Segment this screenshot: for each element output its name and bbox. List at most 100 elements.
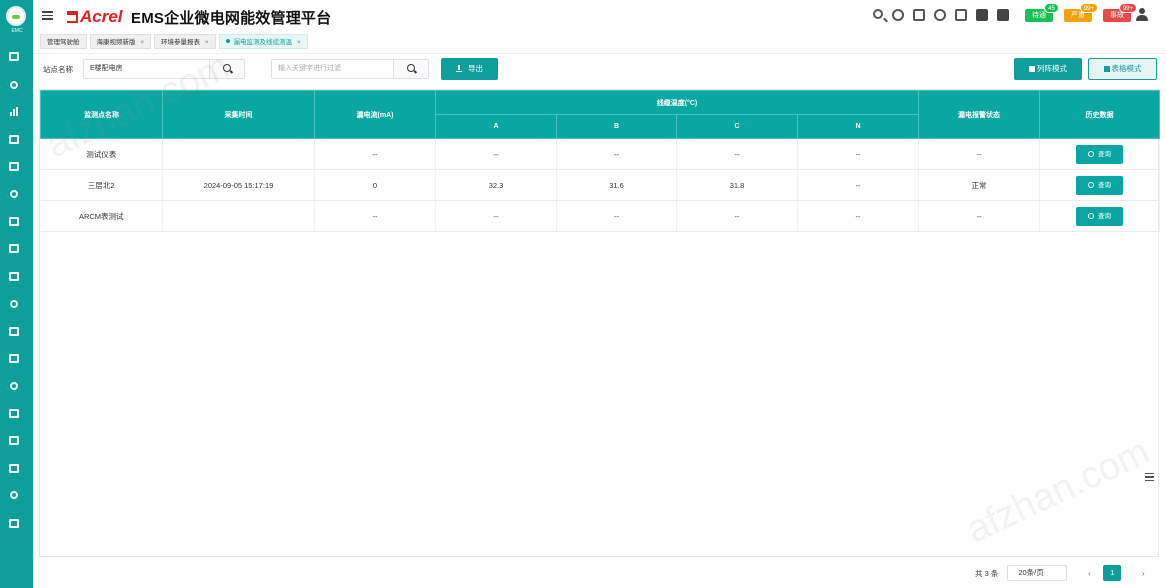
menu-toggle-icon[interactable] — [42, 11, 53, 20]
edit-icon[interactable] — [9, 519, 19, 528]
table-row: ARCM表测试 -- -- -- -- -- -- 查询 — [40, 200, 1161, 232]
cell-name: 测试仪表 — [40, 138, 163, 170]
cell-b: -- — [556, 200, 677, 232]
sidebar: ЕМС — [0, 0, 33, 588]
severe-badge: 99+ — [1079, 3, 1098, 13]
tab-leakage-monitor[interactable]: 漏电监测及线缆测温 × — [218, 34, 308, 49]
todo-badge: 45 — [1044, 3, 1059, 13]
cell-a: -- — [435, 200, 557, 232]
filter-bar: 站点名称 E楼配电房 输入关键字进行过滤 导出 列阵模式 表格模式 — [33, 57, 1166, 81]
col-leak: 漏电流(mA) — [314, 90, 436, 139]
cell-history: 查询 — [1039, 138, 1161, 170]
data-table-panel: 监测点名称 采集时间 漏电流(mA) 线缆温度(°C) 漏电报警状态 历史数据 … — [39, 89, 1161, 557]
search-icon — [1088, 212, 1095, 219]
prev-page-button[interactable]: ‹ — [1083, 569, 1095, 578]
tab-cockpit[interactable]: 管理驾驶舱 — [40, 34, 87, 49]
home-icon[interactable] — [10, 491, 18, 499]
logo-text: ЕМС — [11, 28, 23, 34]
cell-status: 正常 — [918, 169, 1041, 201]
cell-n: -- — [797, 138, 920, 170]
grid-icon[interactable] — [9, 217, 19, 226]
tab-hikvision[interactable]: 海康视频新版 × — [89, 34, 152, 49]
keyword-search-button[interactable] — [393, 60, 428, 78]
station-label: 站点名称 — [43, 65, 73, 74]
cell-leak: -- — [314, 200, 436, 232]
cell-b: 31.6 — [556, 169, 677, 201]
cell-n: -- — [797, 200, 920, 232]
translate-icon[interactable] — [976, 9, 988, 21]
cell-time: 2024-09-05 15:17:19 — [162, 169, 315, 201]
table-icon[interactable] — [9, 436, 19, 445]
fullscreen-icon[interactable] — [955, 9, 967, 21]
list-icon[interactable] — [9, 327, 19, 336]
query-button[interactable]: 查询 — [1076, 175, 1124, 195]
col-time: 采集时间 — [162, 90, 315, 139]
leakage-table: 监测点名称 采集时间 漏电流(mA) 线缆温度(°C) 漏电报警状态 历史数据 … — [40, 90, 1161, 232]
cell-c: 31.8 — [676, 169, 798, 201]
plug-icon[interactable] — [9, 354, 19, 363]
user-icon[interactable] — [1136, 8, 1148, 22]
next-page-button[interactable]: › — [1137, 569, 1149, 578]
chart-bar-icon[interactable] — [9, 107, 19, 116]
current-page[interactable]: 1 — [1103, 565, 1122, 581]
header: Acrel EMS企业微电网能效管理平台 待通 45 严重 99+ 事故 99+ — [33, 0, 1166, 34]
refresh-icon[interactable] — [934, 9, 946, 21]
col-name: 监测点名称 — [40, 90, 163, 139]
table-row: 三层北2 2024-09-05 15:17:19 0 32.3 31.6 31.… — [40, 169, 1161, 201]
query-button[interactable]: 查询 — [1076, 206, 1124, 226]
cell-a: 32.3 — [435, 169, 557, 201]
cell-c: -- — [676, 138, 798, 170]
bulb-icon[interactable] — [10, 300, 18, 308]
cell-leak: -- — [314, 138, 436, 170]
column-settings-icon[interactable] — [1145, 473, 1154, 481]
platform-title: EMS企业微电网能效管理平台 — [131, 10, 332, 27]
flag-icon[interactable] — [9, 409, 19, 418]
col-a: A — [435, 114, 557, 139]
cell-a: -- — [435, 138, 557, 170]
close-icon[interactable]: × — [297, 40, 301, 46]
app-logo — [6, 6, 26, 26]
query-button[interactable]: 查询 — [1076, 144, 1124, 164]
brand-logo: Acrel — [67, 7, 123, 27]
accident-pill[interactable]: 事故 99+ — [1103, 3, 1137, 22]
col-b: B — [556, 114, 677, 139]
card-mode-button[interactable]: 列阵模式 — [1014, 58, 1082, 80]
pagination: 共 3 条 20条/页 ‹ 1 › — [975, 565, 1149, 581]
search-icon — [1088, 181, 1095, 188]
cell-name: ARCM表测试 — [40, 200, 163, 232]
alarm-icon[interactable] — [10, 81, 18, 89]
help-icon[interactable] — [892, 9, 904, 21]
folder-icon[interactable] — [9, 52, 19, 61]
gear-icon[interactable] — [10, 190, 18, 198]
export-button[interactable]: 导出 — [441, 58, 498, 80]
severe-pill[interactable]: 严重 99+ — [1064, 3, 1098, 22]
col-temp-group: 线缆温度(°C) — [434, 90, 920, 115]
station-select[interactable]: E楼配电房 — [83, 59, 245, 79]
monitor-icon[interactable] — [9, 162, 19, 171]
doc-icon[interactable] — [9, 272, 19, 281]
shirt-icon[interactable] — [997, 9, 1009, 21]
station-search-button[interactable] — [209, 60, 244, 78]
cell-history: 查询 — [1039, 169, 1161, 201]
total-count: 共 3 条 — [975, 568, 999, 578]
tab-env-report[interactable]: 环境参量报表 × — [154, 34, 216, 49]
cell-history: 查询 — [1039, 200, 1161, 232]
keyword-filter-input[interactable]: 输入关键字进行过滤 — [271, 59, 429, 79]
table-mode-button[interactable]: 表格模式 — [1088, 58, 1157, 80]
col-c: C — [676, 114, 798, 139]
volume-icon[interactable] — [913, 9, 925, 21]
cell-status: -- — [918, 200, 1041, 232]
image-icon[interactable] — [9, 135, 19, 144]
page-size-select[interactable]: 20条/页 — [1007, 565, 1068, 581]
cell-leak: 0 — [314, 169, 436, 201]
building-icon[interactable] — [9, 244, 19, 253]
map-icon[interactable] — [9, 464, 19, 473]
col-status: 漏电报警状态 — [918, 90, 1041, 139]
close-icon[interactable]: × — [141, 40, 145, 46]
todo-pill[interactable]: 待通 45 — [1025, 3, 1059, 22]
search-icon — [407, 64, 415, 72]
battery-icon[interactable] — [10, 382, 18, 390]
close-icon[interactable]: × — [205, 40, 209, 46]
header-divider — [33, 53, 1166, 54]
search-icon[interactable] — [873, 9, 883, 19]
